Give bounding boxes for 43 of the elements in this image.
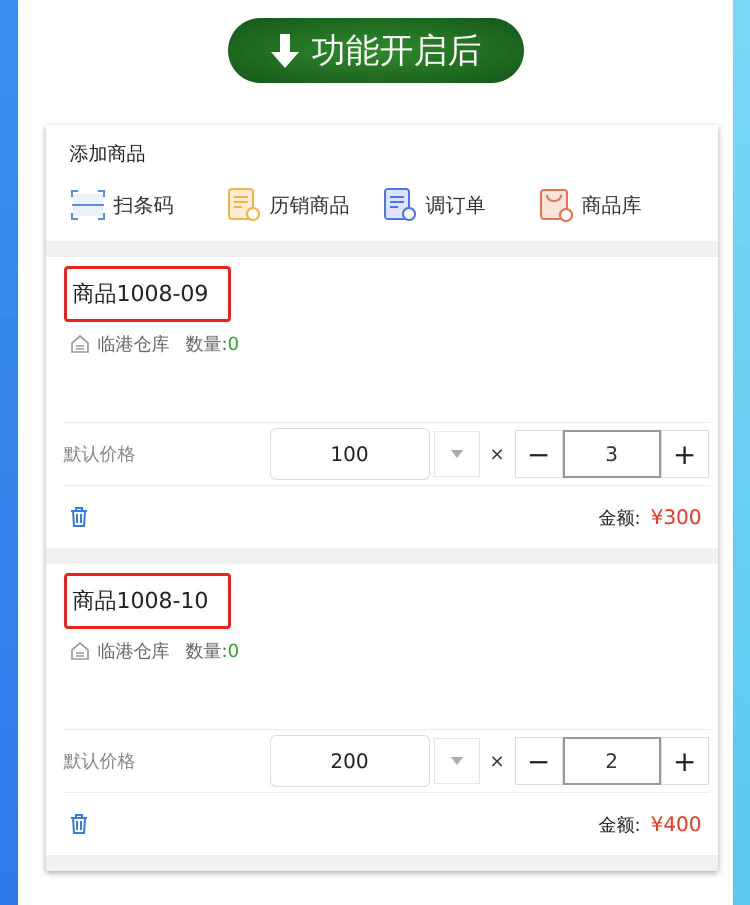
down-arrow-icon bbox=[270, 34, 300, 68]
toolbar-action[interactable]: 商品库 bbox=[538, 187, 694, 223]
document-icon bbox=[226, 187, 262, 223]
quantity-field[interactable]: 3 bbox=[562, 430, 661, 478]
dropdown-button[interactable] bbox=[434, 738, 480, 784]
quantity-text: 数量:0 bbox=[186, 333, 240, 356]
product-name: 商品1008-10 bbox=[64, 573, 232, 629]
dropdown-button[interactable] bbox=[434, 431, 480, 477]
plus-button[interactable]: + bbox=[660, 430, 709, 478]
trash-icon bbox=[70, 506, 88, 528]
house-icon bbox=[70, 641, 90, 661]
quantity-text: 数量:0 bbox=[186, 640, 240, 663]
warehouse-name: 临港仓库 bbox=[98, 333, 170, 356]
plus-button[interactable]: + bbox=[660, 737, 709, 785]
amount-label: 金额: bbox=[598, 814, 641, 836]
amount-value: ¥400 bbox=[650, 812, 702, 836]
trash-icon bbox=[70, 813, 88, 835]
delete-button[interactable] bbox=[70, 813, 88, 835]
times-sign: × bbox=[490, 444, 505, 464]
toolbar-action[interactable]: 历销商品 bbox=[226, 187, 382, 223]
price-field[interactable]: 100 bbox=[270, 428, 430, 480]
product-name: 商品1008-09 bbox=[64, 266, 232, 322]
caret-icon bbox=[450, 757, 462, 765]
scan-icon bbox=[70, 188, 106, 222]
amount-value: ¥300 bbox=[650, 504, 702, 528]
caret-icon bbox=[450, 450, 462, 458]
times-sign: × bbox=[490, 750, 505, 772]
toolbar-action[interactable]: 扫条码 bbox=[70, 187, 226, 223]
minus-button[interactable]: − bbox=[514, 430, 563, 478]
price-label: 默认价格 bbox=[64, 750, 136, 773]
minus-button[interactable]: − bbox=[514, 737, 563, 785]
price-label: 默认价格 bbox=[64, 443, 136, 466]
toolbar-action[interactable]: 调订单 bbox=[382, 187, 538, 223]
document-icon bbox=[382, 187, 418, 223]
warehouse-name: 临港仓库 bbox=[98, 640, 170, 663]
amount-label: 金额: bbox=[598, 508, 641, 528]
banner-text: 功能开启后 bbox=[312, 30, 482, 72]
bag-icon bbox=[538, 187, 574, 223]
delete-button[interactable] bbox=[70, 506, 88, 528]
quantity-field[interactable]: 2 bbox=[562, 737, 661, 785]
house-icon bbox=[70, 334, 90, 354]
panel-title: 添加商品 bbox=[70, 142, 146, 167]
price-field[interactable]: 200 bbox=[270, 735, 430, 787]
